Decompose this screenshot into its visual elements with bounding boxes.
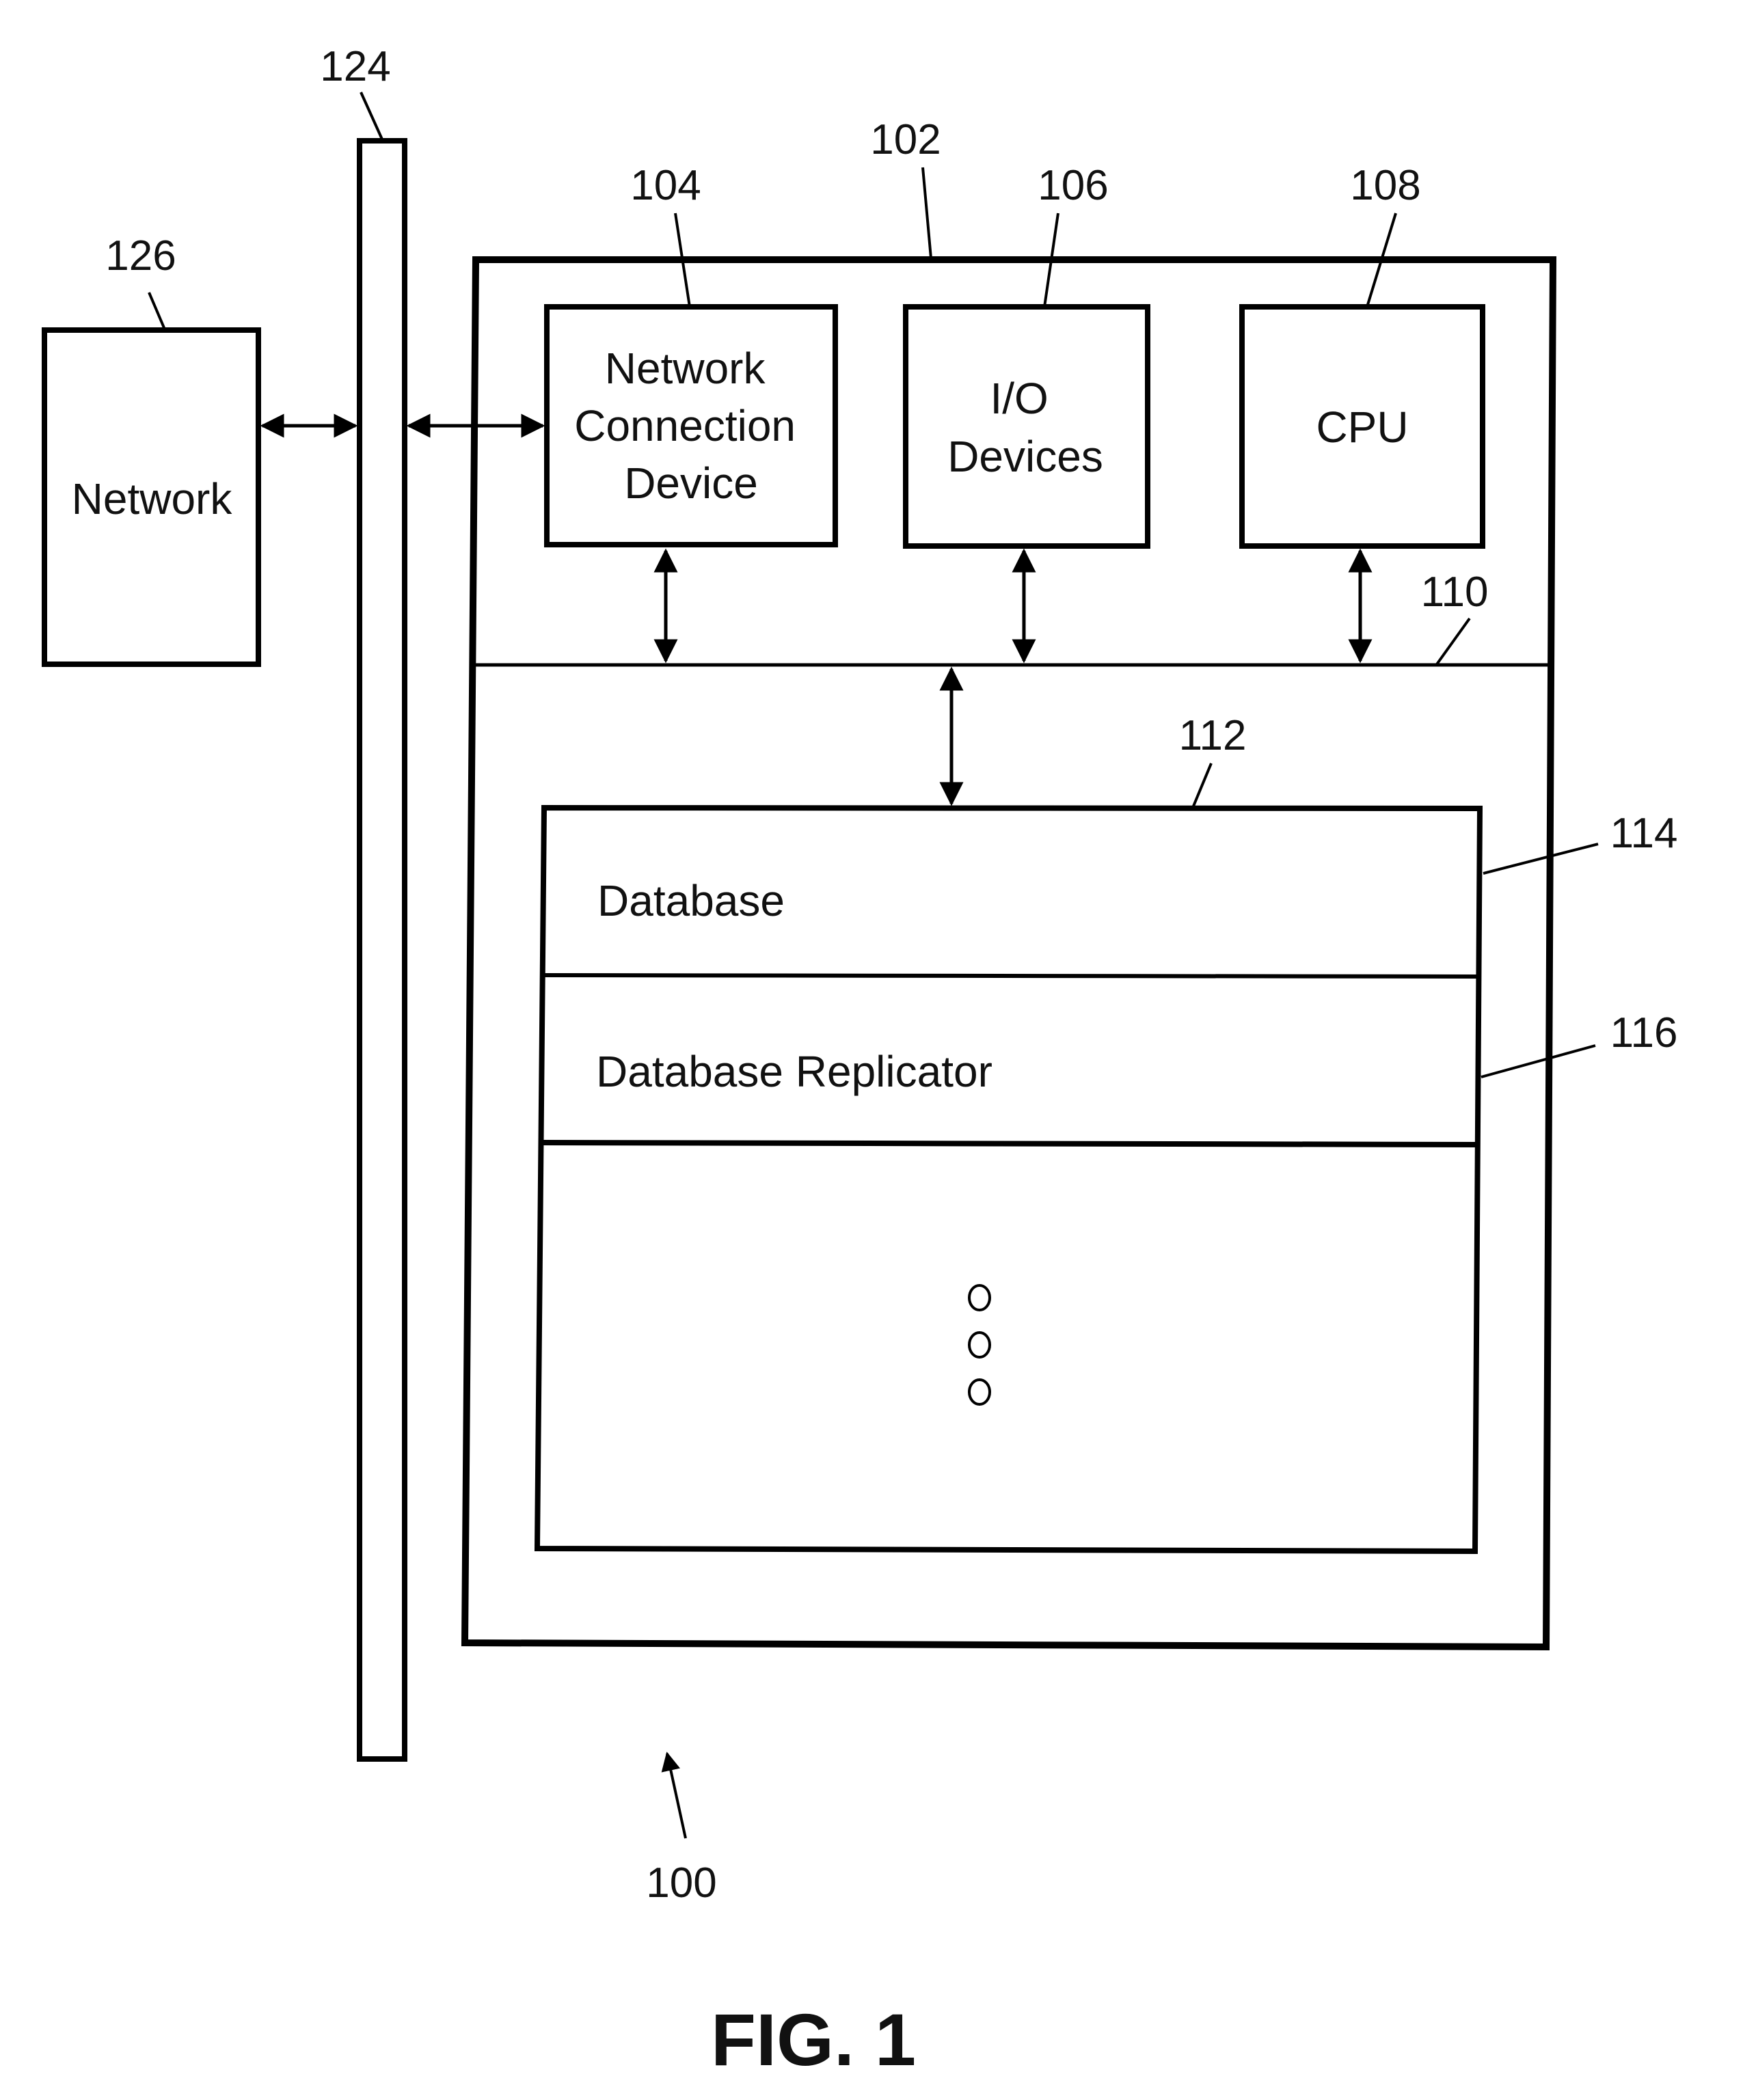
network-block: Network 126	[42, 232, 261, 667]
ellipsis-dot-3	[968, 1378, 991, 1406]
memory-divider-2	[541, 1140, 1478, 1147]
computer-block: 102 Network Connection Device 104 I/O De…	[461, 116, 1678, 1651]
ncd-label-line-2: Connection	[574, 401, 796, 450]
system-pointer-arrow	[661, 1751, 687, 1839]
memory-block: 112 Database Database Replicator 114 116	[534, 712, 1678, 1555]
external-bus-bar	[357, 138, 407, 1762]
database-ref-label: 114	[1610, 810, 1678, 857]
memory-ref-label: 112	[1179, 712, 1247, 759]
database-replicator-label: Database Replicator	[596, 1047, 992, 1096]
ncd-ref-label: 104	[630, 162, 701, 209]
replicator-leader-line	[1481, 1044, 1596, 1078]
io-label-line-1: I/O	[990, 374, 1048, 423]
figure-caption: FIG. 1	[711, 1998, 916, 2081]
system-ref-label: 100	[646, 1859, 716, 1907]
io-ref-label: 106	[1038, 162, 1108, 209]
database-label: Database	[597, 876, 785, 925]
memory-leader-line	[1191, 763, 1213, 808]
network-label: Network	[72, 474, 233, 523]
io-devices: I/O Devices 106	[903, 162, 1150, 549]
ncd-label-line-3: Device	[624, 459, 758, 508]
io-label: I/O Devices	[947, 374, 1103, 481]
cpu: CPU 108	[1239, 162, 1485, 549]
database-leader-line	[1483, 843, 1599, 875]
cpu-ref-label: 108	[1350, 162, 1420, 209]
ellipsis-icon	[968, 1284, 991, 1406]
replicator-ref-label: 116	[1610, 1009, 1678, 1056]
external-bus: 124	[320, 43, 407, 1762]
cpu-label: CPU	[1316, 403, 1408, 452]
io-box	[903, 304, 1150, 549]
bus-leader-line	[360, 92, 384, 141]
network-ref-label: 126	[105, 232, 176, 279]
network-connection-device: Network Connection Device 104	[544, 162, 838, 547]
internal-bus-leader-line	[1435, 617, 1471, 666]
patent-figure: Network 126 124 102 Network Connection D…	[42, 43, 1678, 2081]
computer-leader-line	[921, 167, 932, 259]
io-label-line-2: Devices	[947, 432, 1103, 481]
bus-ref-label: 124	[320, 43, 390, 90]
ncd-label-line-1: Network	[605, 344, 766, 393]
ellipsis-dot-2	[968, 1331, 991, 1359]
computer-ref-label: 102	[870, 116, 941, 163]
ellipsis-dot-1	[968, 1284, 991, 1311]
memory-divider-1	[542, 973, 1480, 979]
ncd-label: Network Connection Device	[574, 344, 808, 508]
internal-bus-ref-label: 110	[1421, 569, 1489, 616]
network-leader-line	[148, 292, 166, 330]
